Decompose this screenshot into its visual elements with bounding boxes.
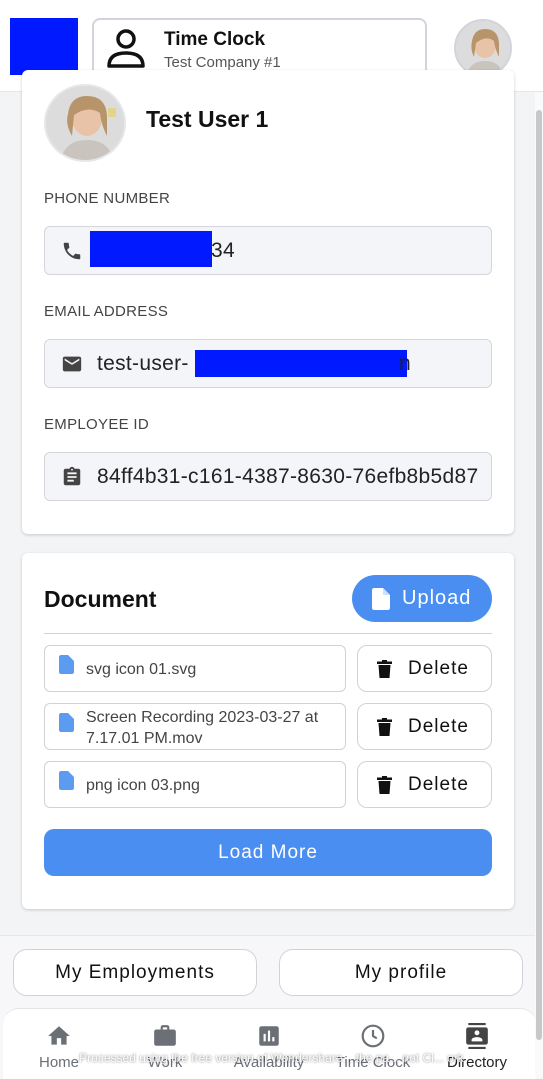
delete-label: Delete <box>408 658 469 679</box>
contacts-icon <box>466 1023 488 1049</box>
avatar-photo <box>456 21 510 75</box>
file-icon <box>59 771 74 790</box>
employee-id-field[interactable]: 84ff4b31-c161-4387-8630-76efb8b5d87 <box>44 452 492 501</box>
file-item[interactable]: Screen Recording 2023-03-27 at 7.17.01 P… <box>44 703 346 750</box>
load-more-button[interactable]: Load More <box>44 829 492 876</box>
my-employments-button[interactable]: My Employments <box>13 949 257 996</box>
user-name: Test User 1 <box>146 106 269 132</box>
delete-button[interactable]: Delete <box>357 703 492 750</box>
employee-id-label: EMPLOYEE ID <box>44 416 149 433</box>
nav-time-clock[interactable]: Time Clock <box>320 1009 426 1079</box>
phone-redaction <box>90 231 212 267</box>
delete-button[interactable]: Delete <box>357 645 492 692</box>
bar-chart-icon <box>259 1026 279 1046</box>
phone-label: PHONE NUMBER <box>44 190 171 207</box>
email-field[interactable]: test-user- n <box>44 339 492 388</box>
divider <box>44 633 492 634</box>
email-redaction <box>195 350 407 377</box>
delete-label: Delete <box>408 774 469 795</box>
app-switcher[interactable]: Time Clock Test Company #1 <box>92 18 427 77</box>
bottom-nav: Home Work Availability Time Clock Direct… <box>3 1008 536 1079</box>
delete-label: Delete <box>408 716 469 737</box>
document-title: Document <box>44 586 157 612</box>
file-icon <box>372 588 390 610</box>
file-row: svg icon 01.svg Delete <box>44 645 492 692</box>
clipboard-icon <box>63 466 81 486</box>
file-item[interactable]: png icon 03.png <box>44 761 346 808</box>
company-name: Test Company #1 <box>164 54 281 71</box>
trash-icon <box>377 718 392 736</box>
phone-field[interactable]: 34 <box>44 226 492 275</box>
email-label: EMAIL ADDRESS <box>44 303 169 320</box>
delete-button[interactable]: Delete <box>357 761 492 808</box>
bottom-area: My Employments My profile Home Work Avai… <box>0 935 543 1079</box>
company-logo[interactable] <box>10 18 78 75</box>
user-avatar[interactable] <box>454 19 512 77</box>
file-name: svg icon 01.svg <box>86 661 197 678</box>
file-row: png icon 03.png Delete <box>44 761 492 808</box>
nav-home[interactable]: Home <box>6 1009 112 1079</box>
briefcase-icon <box>154 1025 176 1046</box>
employee-id-value: 84ff4b31-c161-4387-8630-76efb8b5d87 <box>97 465 479 488</box>
file-row: Screen Recording 2023-03-27 at 7.17.01 P… <box>44 703 492 750</box>
my-profile-button[interactable]: My profile <box>279 949 523 996</box>
nav-work[interactable]: Work <box>112 1009 218 1079</box>
file-icon <box>59 713 74 732</box>
nav-availability[interactable]: Availability <box>216 1009 322 1079</box>
email-value-suffix: n <box>399 352 411 375</box>
watermark-note: Processed using the free version of Wond… <box>79 1051 464 1065</box>
mail-icon <box>62 356 82 372</box>
file-icon <box>59 655 74 674</box>
profile-photo <box>46 86 124 160</box>
document-card: Document Upload svg icon 01.svg Delete S… <box>22 553 514 909</box>
upload-button[interactable]: Upload <box>352 575 492 622</box>
phone-icon <box>63 242 81 260</box>
trash-icon <box>377 660 392 678</box>
clock-icon <box>361 1024 385 1048</box>
trash-icon <box>377 776 392 794</box>
upload-label: Upload <box>402 587 472 609</box>
profile-card: Test User 1 PHONE NUMBER 34 EMAIL ADDRES… <box>22 70 514 534</box>
app-title: Time Clock <box>164 29 266 50</box>
scrollbar-thumb[interactable] <box>536 110 542 1040</box>
home-icon <box>48 1026 70 1045</box>
file-name: Screen Recording 2023-03-27 at 7.17.01 P… <box>86 709 319 747</box>
email-value-prefix: test-user- <box>97 352 189 375</box>
profile-avatar <box>44 84 126 162</box>
nav-directory[interactable]: Directory <box>424 1009 530 1079</box>
phone-value: 34 <box>211 239 235 262</box>
person-icon <box>107 29 145 68</box>
file-name: png icon 03.png <box>86 777 200 794</box>
file-item[interactable]: svg icon 01.svg <box>44 645 346 692</box>
